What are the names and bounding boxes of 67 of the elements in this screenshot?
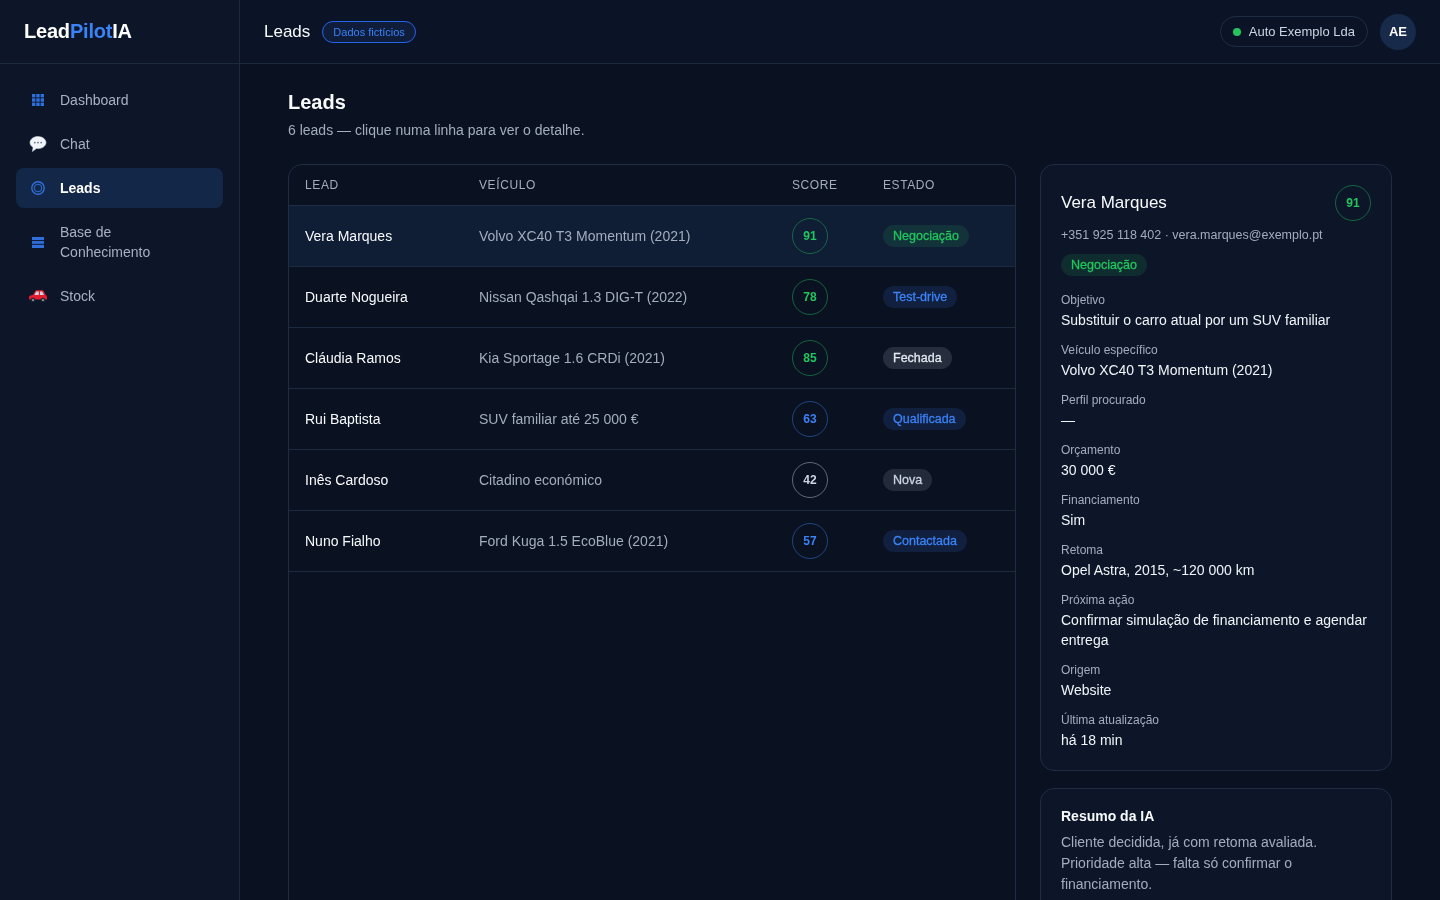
lead-name: Nuno Fialho [305,533,382,549]
car-icon [28,289,48,303]
field-value: há 18 min [1061,731,1124,750]
status-badge: Test-drive [883,286,958,308]
vehicle-text: Volvo XC40 T3 Momentum (2021) [479,228,692,244]
field-label: Origem [1061,662,1102,678]
status-badge: Qualificada [883,408,966,430]
field-value: Opel Astra, 2015, ~120 000 km [1061,561,1256,580]
summary-text: Cliente decidida, já com retoma avaliada. Prioridade alta — falta só confirmar o financiamento. [1061,833,1319,894]
field-value: Sim [1061,511,1087,530]
header-title: Leads [264,21,311,42]
nav-item[interactable]: Leads [16,168,223,208]
column-header: ESTADO [883,178,937,192]
list-icon [32,236,44,248]
status-badge: Nova [883,469,933,491]
table-row[interactable]: Rui Baptista SUV familiar até 25 000 € 63 Qualificada [289,389,1015,450]
field-value: Substituir o carro atual por um SUV familiar [1061,311,1332,330]
nav-item[interactable]: Stock [16,276,223,316]
field-label: Objetivo [1061,292,1107,308]
lead-name: Inês Cardoso [305,472,390,488]
field-label: Financiamento [1061,492,1141,508]
contact-info: +351 925 118 402 · vera.marques@exemplo.pt [1061,227,1324,244]
lead-name: Rui Baptista [305,411,382,427]
status-badge: Negociação [1061,254,1147,276]
lead-detail-name: Vera Marques [1061,193,1167,213]
ring-icon [31,181,45,195]
column-header: SCORE [792,178,839,192]
status-badge: Contactada [883,530,967,552]
vehicle-text: Ford Kuga 1.5 EcoBlue (2021) [479,533,670,549]
vehicle-text: Citadino económico [479,472,603,488]
table-row[interactable]: Duarte Nogueira Nissan Qashqai 1.3 DIG-T (2022) 78 Test-drive [289,267,1015,328]
vehicle-text: SUV familiar até 25 000 € [479,411,640,427]
lead-name: Duarte Nogueira [305,289,409,305]
column-header: VEÍCULO [479,178,537,192]
field-value: — [1061,411,1076,430]
lead-name: Vera Marques [305,228,394,244]
table-row[interactable]: Cláudia Ramos Kia Sportage 1.6 CRDi (2021) 85 Fechada [289,328,1015,389]
summary-title: Resumo da IA [1061,807,1156,826]
field-value: Website [1061,681,1113,700]
field-label: Última atualização [1061,712,1161,728]
lead-name: Cláudia Ramos [305,350,402,366]
field-label: Próxima ação [1061,592,1136,608]
status-badge: Fechada [883,347,952,369]
field-label: Perfil procurado [1061,392,1147,408]
field-label: Retoma [1061,542,1105,558]
field-label: Orçamento [1061,442,1122,458]
nav-item[interactable]: Dashboard [16,80,223,120]
field-value: 30 000 € [1061,461,1117,480]
speech-bubble-icon [29,135,47,153]
table-row[interactable]: Vera Marques Volvo XC40 T3 Momentum (2021) 91 Negociação [289,206,1015,267]
nav-item[interactable]: Base de Conhecimento [16,212,223,272]
vehicle-text: Nissan Qashqai 1.3 DIG-T (2022) [479,289,689,305]
app-logo: LeadPilotIA [24,20,132,43]
vehicle-text: Kia Sportage 1.6 CRDi (2021) [479,350,666,366]
field-label: Veículo específico [1061,342,1159,358]
table-row[interactable]: Nuno Fialho Ford Kuga 1.5 EcoBlue (2021) 57 Contactada [289,511,1015,572]
field-value: Volvo XC40 T3 Momentum (2021) [1061,361,1274,380]
field-value: Confirmar simulação de financiamento e agendar entrega [1061,611,1368,650]
grid-icon [32,94,44,106]
column-header: LEAD [305,178,340,192]
page-subtitle: 6 leads — clique numa linha para ver o detalhe. [288,121,586,140]
demo-data-badge: Dados fictícios [322,20,416,43]
status-badge: Negociação [883,225,969,247]
page-title: Leads [288,90,347,114]
nav-item[interactable]: Chat [16,124,223,164]
table-row[interactable]: Inês Cardoso Citadino económico 42 Nova [289,450,1015,511]
user-avatar[interactable]: AE [1380,13,1416,50]
